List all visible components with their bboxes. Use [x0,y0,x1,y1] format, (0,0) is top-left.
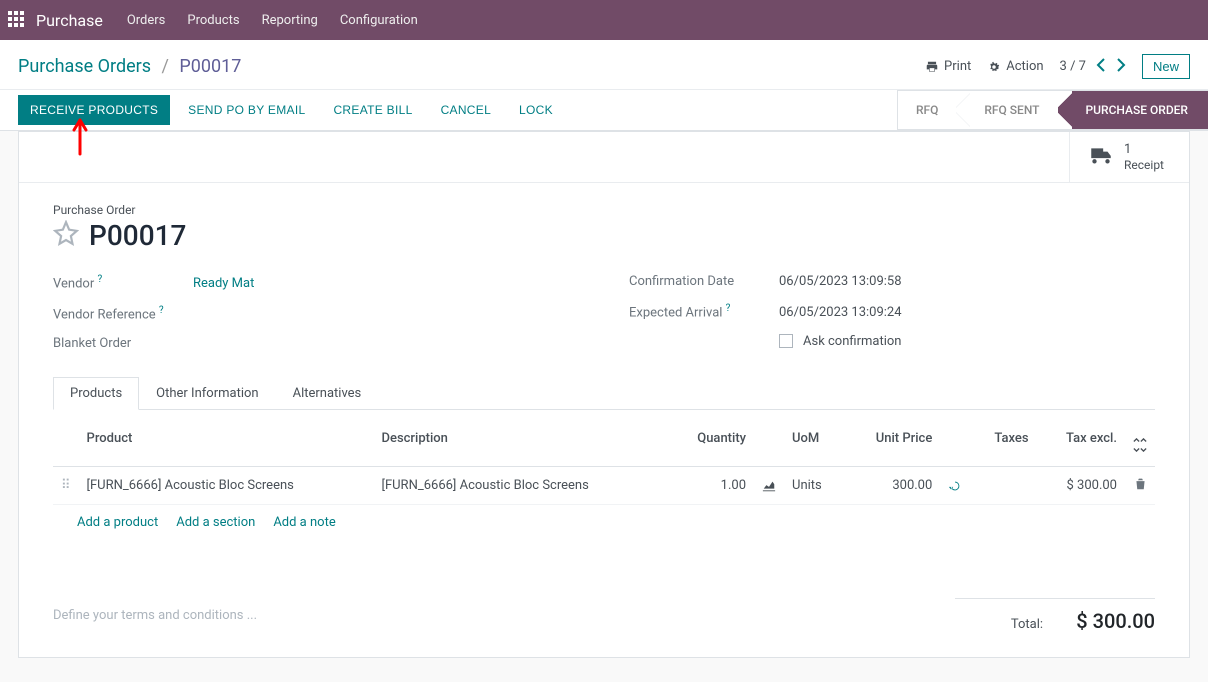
notebook-tabs: Products Other Information Alternatives [53,377,1155,410]
new-button[interactable]: New [1142,54,1190,79]
title-label: Purchase Order [53,203,1155,217]
col-description: Description [374,410,669,467]
pager-prev[interactable] [1096,58,1106,76]
line-product[interactable]: [FURN_6666] Acoustic Bloc Screens [79,467,374,505]
col-uom: UoM [784,410,844,467]
delete-line-icon[interactable] [1134,479,1147,494]
line-taxes[interactable] [970,467,1036,505]
col-product: Product [79,410,374,467]
breadcrumb-current: P00017 [179,56,241,77]
expected-arrival-value[interactable]: 06/05/2023 13:09:24 [779,305,902,320]
truck-icon [1088,144,1114,170]
ask-confirmation-label: Ask confirmation [803,334,902,349]
forecast-icon[interactable] [762,478,776,493]
ask-confirmation-checkbox[interactable] [779,334,793,348]
drag-handle-icon[interactable]: ⠿ [61,478,71,493]
table-row[interactable]: ⠿ [FURN_6666] Acoustic Bloc Screens [FUR… [53,467,1155,505]
tab-alternatives[interactable]: Alternatives [276,377,379,410]
col-taxes: Taxes [970,410,1036,467]
action-button[interactable]: Action [987,59,1043,74]
total-label: Total: [1011,617,1043,632]
pager-next[interactable] [1116,58,1126,76]
vendor-label: Vendor ? [53,274,193,291]
receipt-count: 1 [1124,142,1164,158]
vendor-value[interactable]: Ready Mat [193,276,254,291]
reset-price-icon[interactable] [948,478,962,493]
favorite-star-icon[interactable] [53,220,79,250]
add-note-link[interactable]: Add a note [273,515,335,530]
receipt-stat-button[interactable]: 1 Receipt [1069,132,1189,182]
line-quantity[interactable]: 1.00 [668,467,754,505]
receive-products-button[interactable]: RECEIVE PRODUCTS [18,95,170,125]
control-panel: Purchase Orders / P00017 Print Action 3 … [0,40,1208,131]
print-icon [925,60,939,74]
receipt-label: Receipt [1124,158,1164,172]
menu-reporting[interactable]: Reporting [262,13,318,28]
create-bill-button[interactable]: CREATE BILL [323,95,422,125]
gear-icon [987,60,1001,74]
app-brand[interactable]: Purchase [36,11,103,30]
send-po-email-button[interactable]: SEND PO BY EMAIL [178,95,315,125]
menu-orders[interactable]: Orders [127,13,166,28]
button-box: 1 Receipt [19,132,1189,183]
form-sheet: 1 Receipt Purchase Order P00017 [18,131,1190,658]
breadcrumb: Purchase Orders / P00017 [18,56,241,77]
cancel-button[interactable]: CANCEL [431,95,501,125]
status-rfq-sent[interactable]: RFQ SENT [956,90,1057,130]
line-tax-excl: $ 300.00 [1037,467,1125,505]
status-rfq[interactable]: RFQ [897,90,956,130]
apps-icon[interactable] [8,11,26,29]
col-tax-excl: Tax excl. [1037,410,1125,467]
expected-arrival-label: Expected Arrival ? [629,303,779,320]
line-description[interactable]: [FURN_6666] Acoustic Bloc Screens [374,467,669,505]
total-value: $ 300.00 [1076,609,1155,633]
totals: Total: $ 300.00 [955,598,1155,633]
lock-button[interactable]: LOCK [509,95,563,125]
optional-columns-icon[interactable] [1133,423,1147,456]
add-line-links: Add a product Add a section Add a note [53,505,1155,590]
help-icon[interactable]: ? [726,303,731,314]
terms-placeholder[interactable]: Define your terms and conditions ... [53,594,257,623]
tab-products[interactable]: Products [53,377,139,410]
confirmation-date-label: Confirmation Date [629,274,779,289]
confirmation-date-value: 06/05/2023 13:09:58 [779,274,902,289]
help-icon[interactable]: ? [97,274,102,285]
breadcrumb-parent[interactable]: Purchase Orders [18,56,151,77]
line-uom[interactable]: Units [784,467,844,505]
main-menubar: Purchase Orders Products Reporting Confi… [0,0,1208,40]
add-section-link[interactable]: Add a section [176,515,255,530]
status-purchase-order[interactable]: PURCHASE ORDER [1058,90,1208,130]
statusbar: RFQ RFQ SENT PURCHASE ORDER [897,90,1208,130]
record-title: P00017 [89,219,186,252]
order-lines-table: Product Description Quantity UoM Unit Pr… [53,410,1155,505]
help-icon[interactable]: ? [159,305,164,316]
col-quantity: Quantity [668,410,754,467]
col-unit-price: Unit Price [844,410,940,467]
add-product-link[interactable]: Add a product [77,515,158,530]
action-buttons: RECEIVE PRODUCTS SEND PO BY EMAIL CREATE… [0,90,581,130]
pager-value: 3 / 7 [1060,59,1086,74]
vendor-ref-label: Vendor Reference ? [53,305,193,322]
line-unit-price[interactable]: 300.00 [844,467,940,505]
menu-configuration[interactable]: Configuration [340,13,418,28]
print-button[interactable]: Print [925,59,971,74]
pager: 3 / 7 [1060,58,1126,76]
blanket-order-label: Blanket Order [53,336,193,351]
tab-other-information[interactable]: Other Information [139,377,275,410]
menu-products[interactable]: Products [187,13,239,28]
